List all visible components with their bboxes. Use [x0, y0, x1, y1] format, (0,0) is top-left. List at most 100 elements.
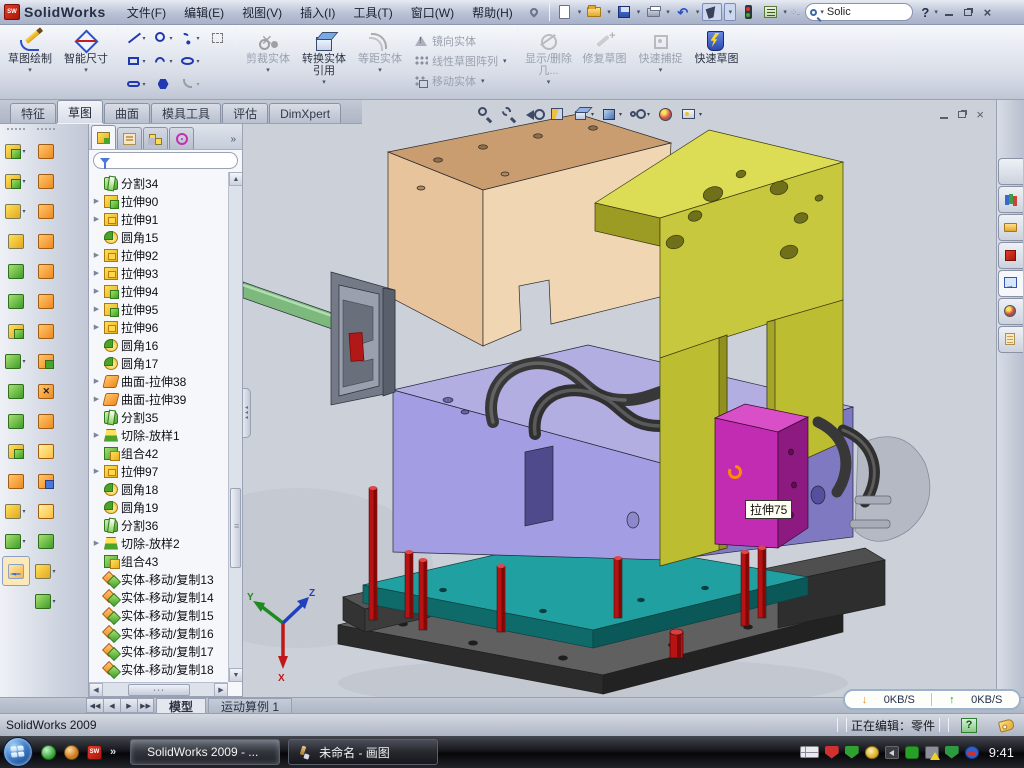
expand-arrow-icon[interactable]: ▶	[92, 251, 101, 259]
chevron-down-icon[interactable]: ▾	[142, 81, 145, 88]
feature-tool-button[interactable]: ▾	[2, 376, 30, 406]
feature-tool-button[interactable]: ▾	[2, 136, 30, 166]
minimize-button[interactable]	[941, 5, 958, 20]
panel-chevron[interactable]: »	[230, 134, 240, 149]
scrollbar-thumb[interactable]	[230, 488, 241, 568]
menu-item[interactable]: 窗口(W)	[402, 1, 463, 24]
tree-item[interactable]: ▶ 曲面-拉伸39	[92, 390, 228, 408]
expand-arrow-icon[interactable]: ▶	[92, 539, 101, 547]
tree-item[interactable]: ▶ 圆角16	[92, 336, 228, 354]
menu-item[interactable]: 工具(T)	[344, 1, 401, 24]
tree-vertical-scrollbar[interactable]: ▲ ▼	[228, 172, 242, 682]
chevron-down-icon[interactable]: ▾	[196, 58, 199, 65]
chevron-down-icon[interactable]: ▾	[22, 538, 25, 545]
toolbar-button[interactable]: 剪裁实体 ▾	[240, 27, 296, 95]
surface-tool-button[interactable]: ▾	[32, 286, 60, 316]
feature-tool-button[interactable]: ▾	[2, 466, 30, 496]
sketch-entity-button[interactable]: ▾	[177, 50, 204, 73]
part-injector[interactable]	[243, 272, 395, 405]
doc-tab[interactable]: 运动算例 1	[208, 698, 292, 713]
chevron-down-icon[interactable]: ▾	[169, 58, 172, 65]
chevron-down-icon[interactable]: ▾	[22, 508, 25, 515]
chevron-down-icon[interactable]: ▾	[666, 8, 670, 16]
save-button[interactable]	[614, 3, 634, 21]
chevron-down-icon[interactable]: ▾	[820, 8, 824, 16]
chevron-down-icon[interactable]: ▾	[696, 8, 700, 16]
expand-arrow-icon[interactable]: ▶	[92, 467, 101, 475]
options-button[interactable]	[760, 3, 780, 21]
surface-tool-button[interactable]: ▾	[32, 256, 60, 286]
toolbar-button[interactable]: 线性草图阵列 ▾	[412, 52, 510, 70]
pin-icon[interactable]	[524, 3, 544, 21]
toolbar-button[interactable]: 移动实体 ▾	[412, 72, 510, 90]
model-canvas[interactable]: Y Z X	[243, 100, 996, 697]
tree-item[interactable]: ▶ 实体-移动/复制15	[92, 606, 228, 624]
chevron-down-icon[interactable]: ▾	[591, 111, 594, 118]
view-tool-button[interactable]: ▾	[549, 106, 566, 123]
chevron-down-icon[interactable]: ▾	[619, 111, 622, 118]
input-method-icon[interactable]	[800, 746, 819, 758]
surface-tool-button[interactable]: ▾	[32, 376, 60, 406]
view-tool-button[interactable]: ▾	[629, 106, 650, 123]
restore-button[interactable]	[960, 5, 977, 20]
clock[interactable]: 9:41	[989, 745, 1014, 760]
expand-arrow-icon[interactable]: ▶	[92, 305, 101, 313]
select-button[interactable]	[702, 3, 722, 21]
chevron-down-icon[interactable]: ▾	[22, 208, 25, 215]
sketch-entity-button[interactable]: ▾	[123, 50, 150, 73]
expand-arrow-icon[interactable]: ▶	[92, 197, 101, 205]
tree-item[interactable]: ▶ 分割35	[92, 408, 228, 426]
tree-filter-input[interactable]	[93, 152, 238, 169]
toolbar-button[interactable]: 智能尺寸 ▾	[58, 27, 114, 95]
solidworks-shortcut-icon[interactable]: SW	[87, 745, 102, 760]
surface-tool-button[interactable]: ▾	[32, 346, 60, 376]
part-red-cylinder[interactable]	[670, 629, 683, 658]
tree-item[interactable]: ▶ 拉伸97	[92, 462, 228, 480]
toolbar-button[interactable]: 修复草图 ▾	[577, 27, 633, 95]
quick-launch-chevron[interactable]: »	[110, 746, 116, 758]
task-pane-tab[interactable]	[998, 214, 1023, 241]
health-shield-icon[interactable]	[945, 746, 959, 759]
chevron-down-icon[interactable]: ▾	[142, 58, 145, 65]
network-speed-widget[interactable]: ↓ 0KB/S ↑ 0KB/S	[843, 689, 1021, 710]
tree-item[interactable]: ▶ 拉伸93	[92, 264, 228, 282]
toolbar-button[interactable]: 显示/删除几... ▾	[521, 27, 577, 95]
doc-restore-button[interactable]	[958, 111, 966, 118]
feature-tool-button[interactable]: ▾	[2, 286, 30, 316]
tab-property-manager[interactable]	[117, 127, 142, 149]
task-pane-tab[interactable]	[998, 270, 1023, 297]
command-tab[interactable]: 草图	[57, 100, 103, 123]
help-button[interactable]: ?	[919, 5, 931, 20]
scroll-left-icon[interactable]: ◀	[89, 683, 103, 697]
tag-icon[interactable]	[998, 718, 1015, 733]
chevron-down-icon[interactable]: ▾	[196, 35, 199, 42]
expand-arrow-icon[interactable]: ▶	[92, 287, 101, 295]
new-document-button[interactable]	[555, 3, 575, 21]
feature-tool-button[interactable]: ▾	[2, 496, 30, 526]
surface-tool-button[interactable]: ▾	[32, 496, 60, 526]
select-dropdown[interactable]: ▾	[724, 3, 736, 21]
doc-minimize-button[interactable]	[940, 117, 948, 119]
feature-tool-button[interactable]: ▾	[2, 196, 30, 226]
volume-icon[interactable]	[885, 746, 899, 759]
task-pane-tab[interactable]	[998, 298, 1023, 325]
chevron-down-icon[interactable]: ▾	[28, 66, 32, 74]
feature-tool-button[interactable]: ▾	[2, 256, 30, 286]
last-tab-button[interactable]: ▶▶	[137, 698, 154, 713]
surface-tool-button[interactable]: ▾	[32, 196, 60, 226]
expand-arrow-icon[interactable]: ▶	[92, 215, 101, 223]
sketch-entity-button[interactable]: ▾	[177, 27, 204, 50]
close-button[interactable]: ×	[979, 5, 996, 20]
tree-item[interactable]: ▶ 拉伸90	[92, 192, 228, 210]
chevron-down-icon[interactable]: ▾	[22, 358, 25, 365]
sketch-entity-button[interactable]: ▾	[204, 50, 231, 73]
sketch-entity-button[interactable]: ▾	[150, 50, 177, 73]
view-tool-button[interactable]: ▾	[477, 106, 494, 123]
toolbar-overflow-icon[interactable]: ⁘..	[790, 7, 800, 18]
sketch-entity-button[interactable]: ▾	[150, 27, 177, 50]
surface-tool-button[interactable]: ▾	[32, 406, 60, 436]
prev-tab-button[interactable]: ◀	[103, 698, 120, 713]
tree-item[interactable]: ▶ 拉伸94	[92, 282, 228, 300]
chevron-down-icon[interactable]: ▾	[142, 35, 145, 42]
chevron-down-icon[interactable]: ▾	[699, 111, 702, 118]
